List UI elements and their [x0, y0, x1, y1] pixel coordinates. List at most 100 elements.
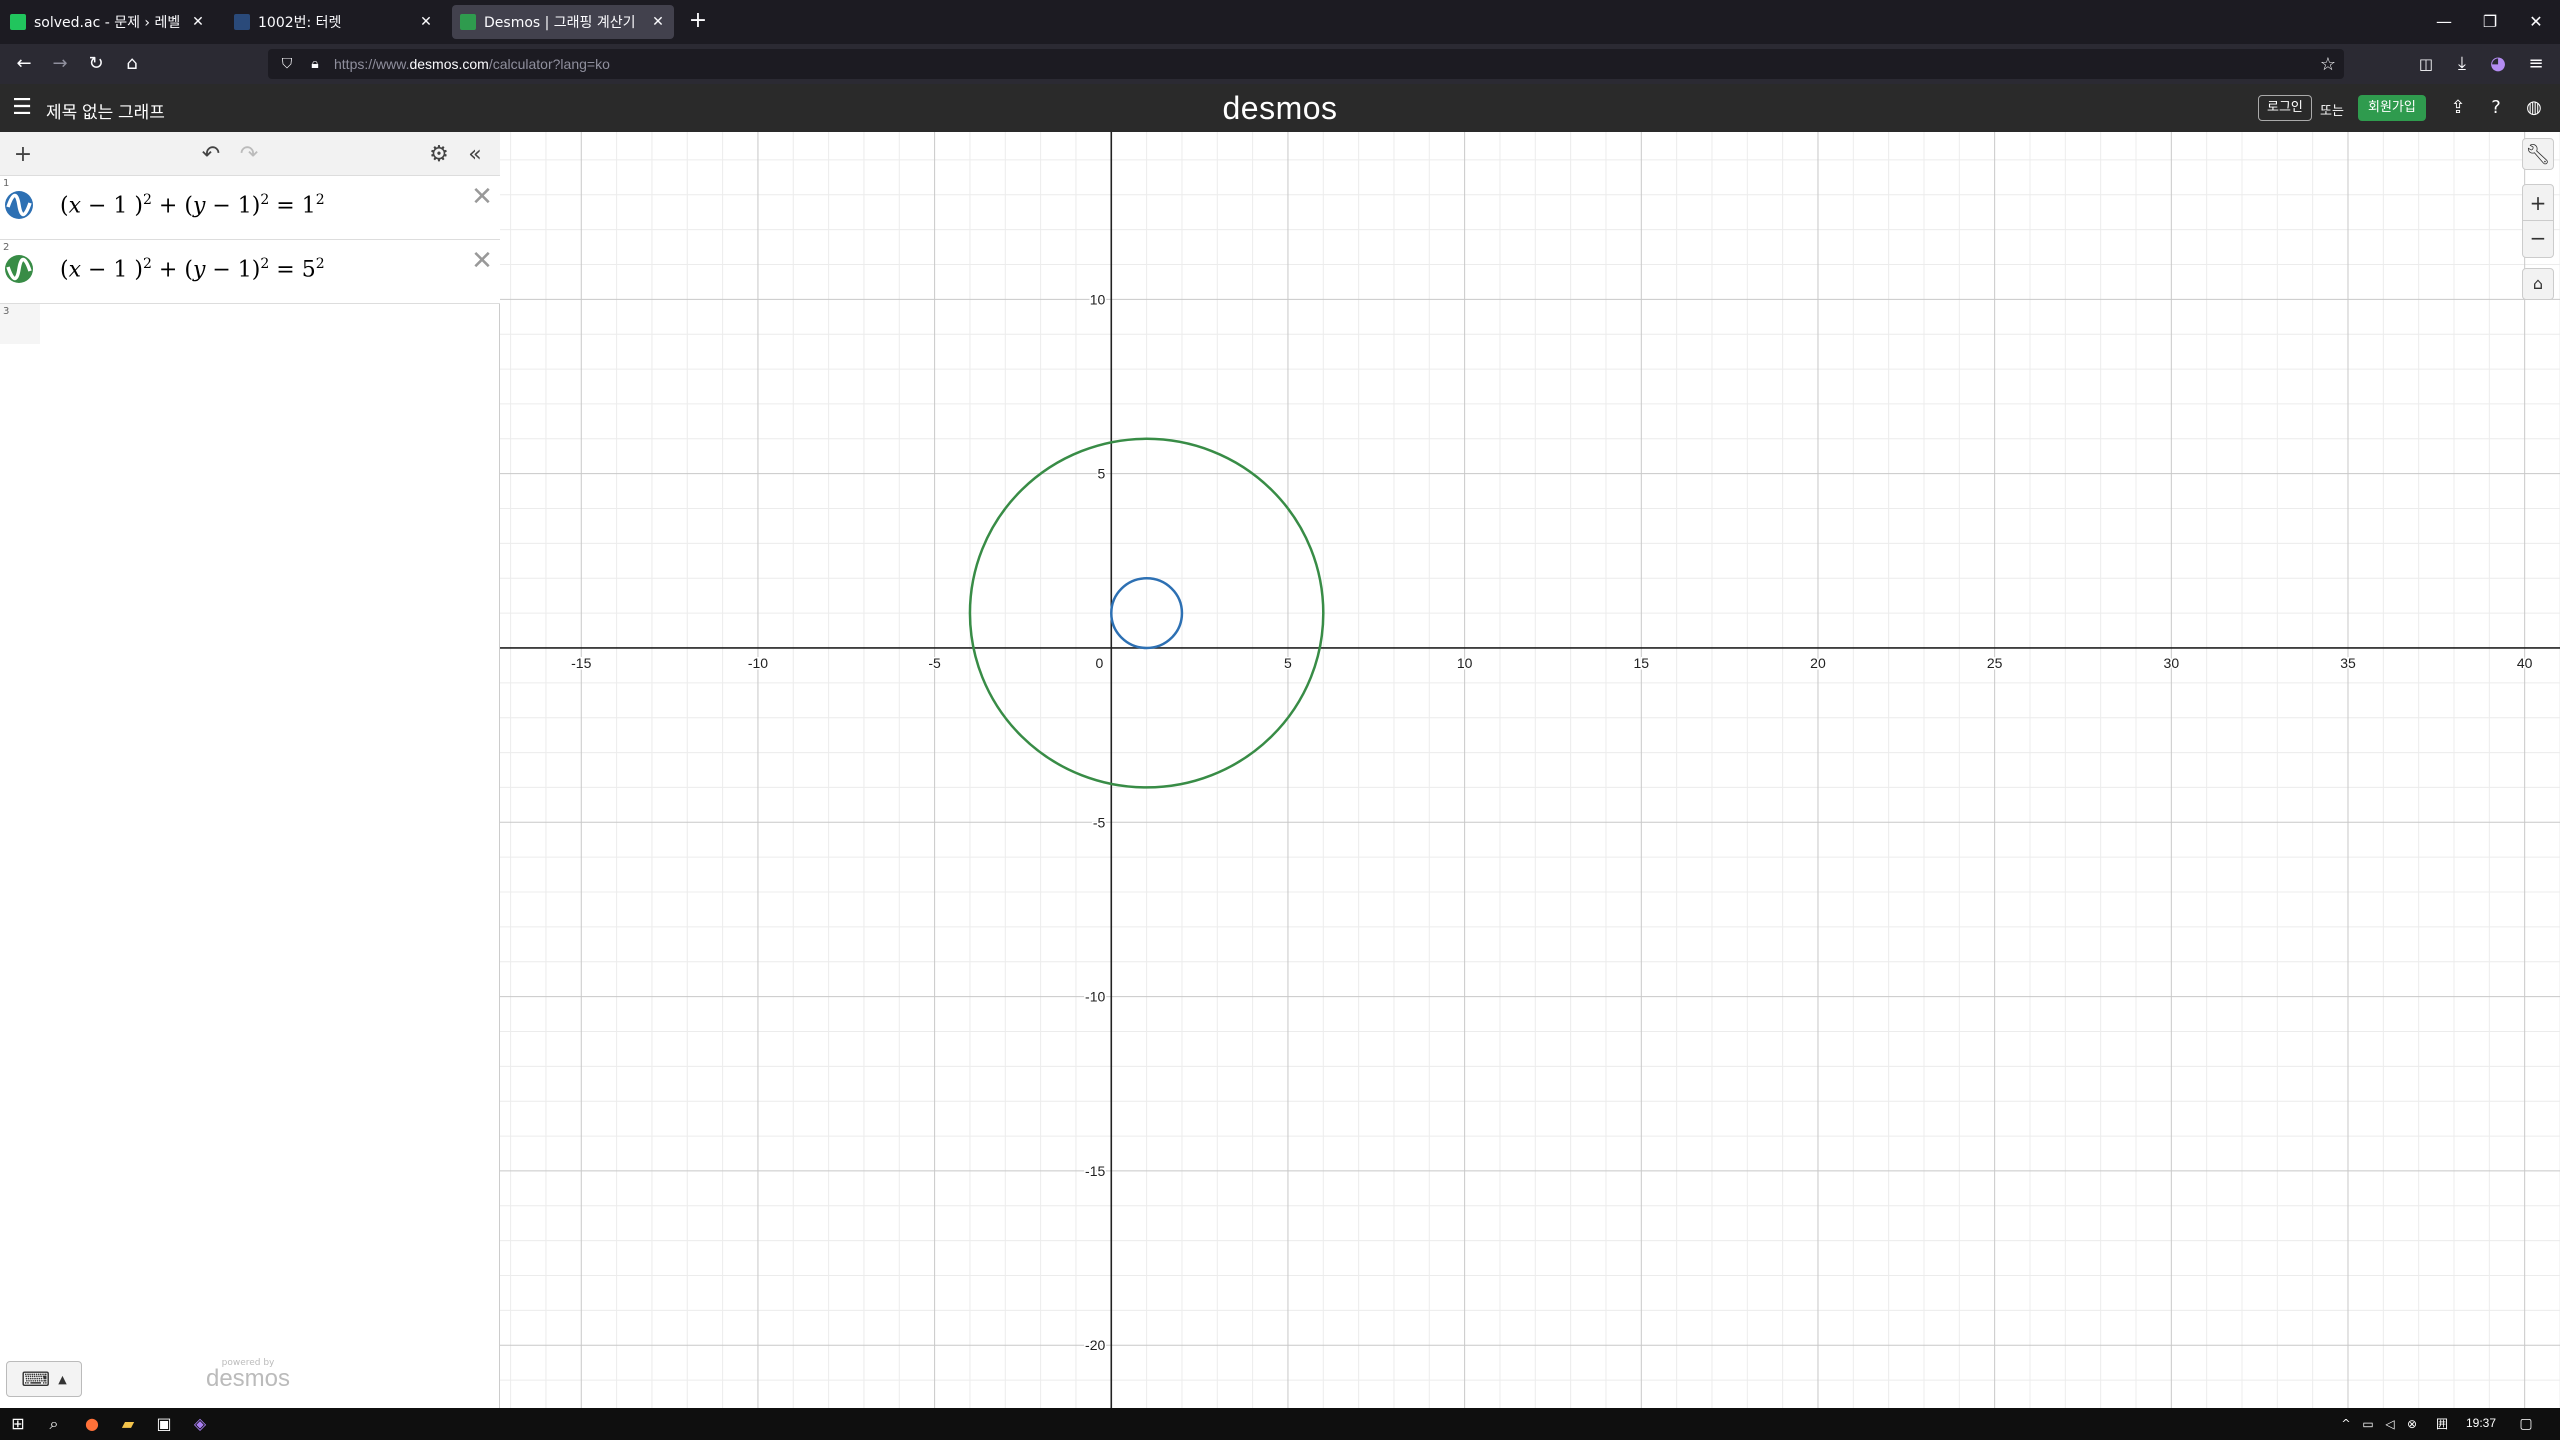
x-tick-label: -5: [928, 655, 941, 671]
expression-latex[interactable]: (x − 1 )2 + (y − 1)2 = 12: [60, 192, 325, 218]
x-tick-label: 30: [2164, 655, 2180, 671]
tab-title: 1002번: 터렛: [258, 15, 342, 31]
window-close-icon[interactable]: ✕: [2522, 8, 2550, 36]
back-arrow-icon[interactable]: ←: [10, 50, 38, 78]
redo-icon[interactable]: ↷: [236, 142, 262, 168]
shield-icon[interactable]: ⛉: [278, 56, 296, 72]
tray-chevron-icon[interactable]: ^: [2334, 1412, 2358, 1436]
network-icon[interactable]: ▭: [2356, 1412, 2380, 1436]
new-expression-row[interactable]: 3: [0, 304, 40, 344]
help-icon[interactable]: ?: [2484, 96, 2508, 120]
browser-tab-strip: solved.ac - 문제 › 레벨 › Bronz ✕ 1002번: 터렛 …: [0, 0, 2560, 44]
visual-studio-icon[interactable]: ◈: [188, 1412, 212, 1436]
pocket-icon[interactable]: ◫: [2412, 50, 2440, 78]
y-tick-label: 15: [1090, 132, 1106, 133]
graph-paper[interactable]: -15 -10 -5 0 5 10 15 20 25 30 35 40 15 10 5 -5 -10 -15 -20…: [500, 132, 2560, 1408]
or-text: 또는: [2320, 104, 2344, 119]
signup-button[interactable]: 회원가입: [2358, 95, 2426, 121]
x-tick-label: 40: [2517, 655, 2533, 671]
taskbar-clock[interactable]: 19:37: [2466, 1416, 2496, 1430]
expression-index: 3: [3, 306, 10, 317]
store-icon[interactable]: ▣: [152, 1412, 176, 1436]
tab-title: solved.ac - 문제 › 레벨 › Bronz: [34, 15, 184, 31]
browser-nav-bar: ← → ↻ ⌂ ⛉ 🔒︎ https://www.desmos.com/calc…: [0, 44, 2560, 84]
bookmark-star-icon[interactable]: ☆: [2320, 54, 2336, 75]
desmos-favicon-icon: [460, 14, 476, 30]
graph-title[interactable]: 제목 없는 그래프: [46, 98, 165, 123]
close-icon[interactable]: ✕: [190, 14, 206, 30]
expression-list: + ↶ ↷ ⚙ « 1 (x − 1 )2 + (y − 1)2 = 12 ✕ …: [0, 132, 500, 1408]
search-icon[interactable]: ⌕: [42, 1412, 66, 1436]
y-tick-label: -15: [1085, 1163, 1105, 1179]
x-tick-label: -10: [748, 655, 768, 671]
login-button[interactable]: 로그인: [2258, 95, 2312, 121]
tab-title: Desmos | 그래핑 계산기: [484, 15, 636, 31]
graph-canvas[interactable]: -15 -10 -5 0 5 10 15 20 25 30 35 40 15 10 5 -5 -10 -15 -20: [500, 132, 2560, 1408]
zoom-out-icon[interactable]: −: [2523, 221, 2553, 257]
expression-index: 1: [3, 178, 10, 189]
keypad-toggle-button[interactable]: ⌨ ▲: [6, 1361, 82, 1397]
expression-row[interactable]: 1 (x − 1 )2 + (y − 1)2 = 12 ✕: [0, 176, 500, 240]
add-expression-icon[interactable]: +: [10, 142, 36, 168]
zoom-controls: + −: [2522, 184, 2554, 258]
firefox-icon[interactable]: ●: [80, 1412, 104, 1436]
desmos-header: ☰ 제목 없는 그래프 desmos 로그인 또는 회원가입 ⇪ ? ◍: [0, 84, 2560, 132]
graph-color-icon[interactable]: [4, 254, 34, 284]
zoom-in-icon[interactable]: +: [2523, 185, 2553, 221]
collapse-list-icon[interactable]: «: [462, 142, 488, 168]
browser-tab-active[interactable]: Desmos | 그래핑 계산기 ✕: [452, 5, 674, 39]
close-icon[interactable]: ✕: [650, 14, 666, 30]
forward-arrow-icon[interactable]: →: [46, 50, 74, 78]
y-tick-label: -5: [1093, 814, 1106, 830]
notification-icon[interactable]: ▢: [2514, 1412, 2538, 1436]
x-tick-label: 20: [1810, 655, 1826, 671]
expression-index: 2: [3, 242, 10, 253]
language-globe-icon[interactable]: ◍: [2522, 96, 2546, 120]
x-tick-label: 15: [1634, 655, 1650, 671]
delete-expression-icon[interactable]: ✕: [470, 248, 494, 274]
new-tab-button[interactable]: +: [684, 8, 712, 36]
close-icon[interactable]: ✕: [418, 14, 434, 30]
browser-tab[interactable]: 1002번: 터렛 ✕: [226, 5, 442, 39]
windows-start-icon[interactable]: ⊞: [6, 1412, 30, 1436]
download-icon[interactable]: ⤓: [2448, 50, 2476, 78]
hamburger-menu-icon[interactable]: ☰: [10, 96, 34, 120]
y-tick-label: -20: [1085, 1337, 1105, 1353]
delete-expression-icon[interactable]: ✕: [470, 184, 494, 210]
url-bar[interactable]: ⛉ 🔒︎ https://www.desmos.com/calculator?l…: [268, 49, 2344, 79]
x-tick-label: 25: [1987, 655, 2003, 671]
minimize-icon[interactable]: —: [2430, 8, 2458, 36]
x-tick-label: 35: [2340, 655, 2356, 671]
extension-icon[interactable]: ◕: [2484, 50, 2512, 78]
caret-up-icon: ▲: [58, 1372, 67, 1386]
keyboard-icon: ⌨: [21, 1367, 51, 1391]
default-view-home-icon[interactable]: ⌂: [2522, 268, 2554, 300]
volume-icon[interactable]: ◁: [2378, 1412, 2402, 1436]
home-icon[interactable]: ⌂: [118, 50, 146, 78]
y-tick-label: -10: [1085, 989, 1105, 1005]
ime-icon[interactable]: 囲: [2430, 1412, 2454, 1436]
baekjoon-favicon-icon: [234, 14, 250, 30]
desmos-logo: desmos: [1222, 90, 1338, 126]
file-explorer-icon[interactable]: ▰: [116, 1412, 140, 1436]
reload-icon[interactable]: ↻: [82, 50, 110, 78]
expression-gutter: 2: [0, 240, 36, 303]
lock-icon[interactable]: 🔒︎: [306, 56, 324, 72]
x-tick-label: 0: [1095, 655, 1103, 671]
menu-icon[interactable]: ≡: [2522, 50, 2550, 78]
share-icon[interactable]: ⇪: [2446, 96, 2470, 120]
x-tick-label: 10: [1457, 655, 1473, 671]
undo-icon[interactable]: ↶: [198, 142, 224, 168]
graph-settings-wrench-icon[interactable]: 🔧︎: [2522, 138, 2554, 170]
url-text: https://www.desmos.com/calculator?lang=k…: [334, 56, 610, 72]
expression-row[interactable]: 2 (x − 1 )2 + (y − 1)2 = 52 ✕: [0, 240, 500, 304]
restore-icon[interactable]: ❐: [2476, 8, 2504, 36]
y-tick-label: 10: [1090, 291, 1106, 307]
browser-tab[interactable]: solved.ac - 문제 › 레벨 › Bronz ✕: [2, 5, 214, 39]
powered-by-desmos[interactable]: powered by desmos: [200, 1358, 296, 1391]
graph-color-icon[interactable]: [4, 190, 34, 220]
tray-app-icon[interactable]: ⊗: [2400, 1412, 2424, 1436]
settings-gear-icon[interactable]: ⚙: [426, 142, 452, 168]
expression-latex[interactable]: (x − 1 )2 + (y − 1)2 = 52: [60, 256, 325, 282]
os-taskbar: ⊞ ⌕ ● ▰ ▣ ◈ ^ ▭ ◁ ⊗ 囲 19:37 ▢: [0, 1408, 2560, 1440]
